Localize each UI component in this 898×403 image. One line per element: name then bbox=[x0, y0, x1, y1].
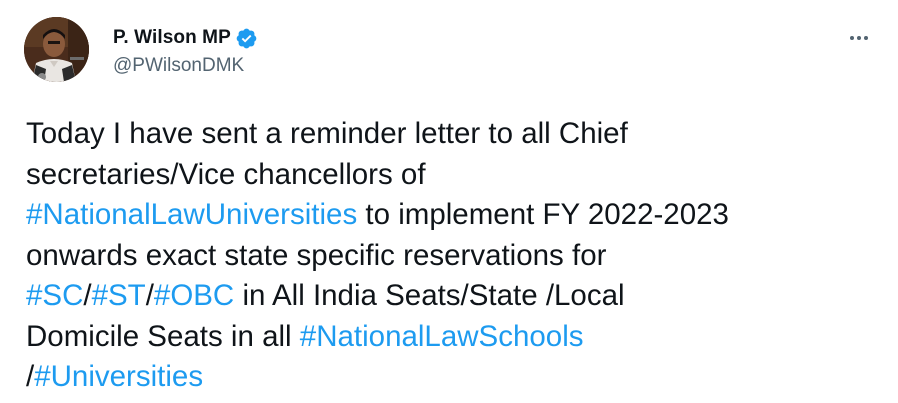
tweet-line: /#Universities bbox=[26, 357, 886, 398]
hashtag-link[interactable]: #NationalLawSchools bbox=[300, 320, 584, 353]
more-options-dot bbox=[864, 36, 869, 40]
tweet-line: secretaries/Vice chancellors of bbox=[26, 155, 886, 196]
tweet: P. Wilson MP @PWilsonDMK Today I have se… bbox=[0, 0, 898, 403]
tweet-line: Domicile Seats in all #NationalLawSchool… bbox=[26, 317, 886, 358]
tweet-line: #SC/#ST/#OBC in All India Seats/State /L… bbox=[26, 276, 886, 317]
tweet-text-segment: Today I have sent a reminder letter to a… bbox=[26, 117, 628, 150]
tweet-text-segment: Domicile Seats in all bbox=[26, 319, 300, 353]
tweet-text-segment: / bbox=[145, 279, 154, 312]
tweet-text: Today I have sent a reminder letter to a… bbox=[26, 114, 886, 398]
tweet-line: Today I have sent a reminder letter to a… bbox=[26, 114, 886, 155]
tweet-text-segment: in All India Seats/State /Local bbox=[234, 279, 625, 312]
hashtag-link[interactable]: #SC bbox=[26, 279, 83, 312]
more-options-dot bbox=[857, 36, 861, 40]
author-name-row[interactable]: P. Wilson MP bbox=[113, 25, 258, 51]
hashtag-link[interactable]: #ST bbox=[92, 279, 146, 312]
avatar[interactable] bbox=[24, 17, 89, 82]
tweet-text-segment: onwards exact state specific reservation… bbox=[26, 238, 607, 272]
profile-photo bbox=[24, 17, 89, 82]
tweet-text-segment: to implement FY 2022-2023 bbox=[357, 198, 729, 231]
tweet-text-segment: / bbox=[26, 360, 35, 393]
author-display-name[interactable]: P. Wilson MP bbox=[113, 27, 231, 49]
author-handle[interactable]: @PWilsonDMK bbox=[113, 55, 244, 77]
hashtag-link[interactable]: #OBC bbox=[154, 279, 234, 312]
tweet-text-segment: secretaries/Vice chancellors of bbox=[26, 157, 426, 191]
tweet-text-segment: / bbox=[83, 279, 92, 312]
more-options-icon bbox=[849, 36, 854, 40]
tweet-line: onwards exact state specific reservation… bbox=[26, 236, 886, 277]
more-options-button[interactable] bbox=[838, 26, 880, 50]
hashtag-link[interactable]: #Universities bbox=[34, 360, 203, 393]
tweet-line: #NationalLawUniversities to implement FY… bbox=[26, 195, 886, 236]
hashtag-link[interactable]: #NationalLawUniversities bbox=[26, 198, 357, 231]
verified-badge-icon bbox=[235, 27, 258, 50]
